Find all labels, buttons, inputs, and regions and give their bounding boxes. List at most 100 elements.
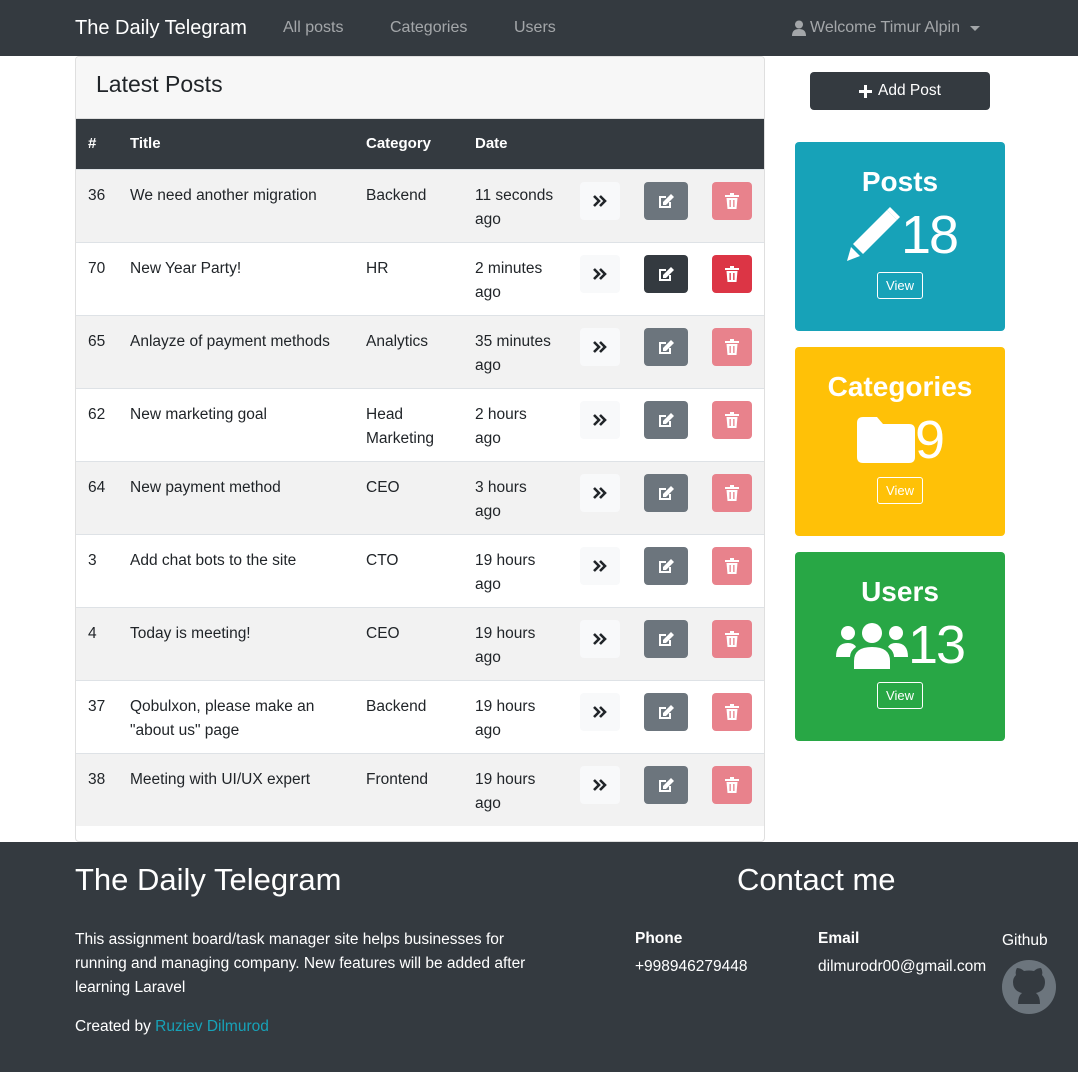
view-cell	[568, 169, 632, 242]
view-post-button[interactable]	[580, 254, 620, 293]
delete-post-button[interactable]	[712, 181, 752, 220]
navbar-brand[interactable]: The Daily Telegram	[75, 17, 247, 40]
view-post-button[interactable]	[580, 400, 620, 439]
trash-icon	[725, 557, 739, 574]
delete-cell	[700, 607, 764, 680]
delete-post-button[interactable]	[712, 692, 752, 731]
post-date: 11 seconds ago	[475, 186, 554, 228]
table-row: 70 New Year Party! HR 2 minutes ago	[76, 242, 764, 315]
github-label: Github	[1002, 932, 1048, 949]
footer-brand: The Daily Telegram	[75, 862, 342, 897]
post-category: Backend	[366, 186, 427, 204]
add-post-button[interactable]: Add Post	[810, 72, 990, 110]
delete-cell	[700, 680, 764, 753]
view-cell	[568, 461, 632, 534]
view-post-button[interactable]	[580, 546, 620, 585]
column-header-date: Date	[475, 135, 508, 153]
post-title: New payment method	[130, 478, 281, 496]
delete-cell	[700, 242, 764, 315]
nav-link-all-posts[interactable]: All posts	[283, 19, 343, 37]
edit-icon	[659, 558, 674, 573]
table-row: 4 Today is meeting! CEO 19 hours ago	[76, 607, 764, 680]
github-icon[interactable]	[1002, 960, 1056, 1014]
posts-count: 18	[900, 205, 959, 265]
users-view-button[interactable]: View	[877, 682, 923, 709]
view-post-button[interactable]	[580, 473, 620, 512]
double-chevron-icon	[593, 632, 607, 645]
view-cell	[568, 534, 632, 607]
view-post-button[interactable]	[580, 181, 620, 220]
post-date: 35 minutes ago	[475, 332, 551, 374]
view-post-button[interactable]	[580, 619, 620, 658]
categories-stat-card: Categories 9 View	[795, 347, 1005, 536]
edit-post-button[interactable]	[644, 327, 688, 366]
trash-icon	[725, 411, 739, 428]
delete-post-button[interactable]	[712, 765, 752, 804]
table-row: 65 Anlayze of payment methods Analytics 35 …	[76, 315, 764, 388]
column-header-edit	[632, 119, 700, 169]
view-cell	[568, 315, 632, 388]
double-chevron-icon	[593, 340, 607, 353]
table-row: 62 New marketing goal Head Marketing 2 hour…	[76, 388, 764, 461]
table-row: 38 Meeting with UI/UX expert Frontend 19 ho…	[76, 753, 764, 826]
delete-cell	[700, 753, 764, 826]
view-post-button[interactable]	[580, 327, 620, 366]
posts-stat-title: Posts	[861, 166, 939, 197]
post-date: 19 hours ago	[475, 551, 536, 593]
post-category: Backend	[366, 697, 427, 715]
edit-cell	[632, 169, 700, 242]
delete-cell	[700, 169, 764, 242]
edit-icon	[659, 631, 674, 646]
column-header-view	[568, 119, 632, 169]
nav-link-categories[interactable]: Categories	[390, 19, 467, 37]
double-chevron-icon	[593, 486, 607, 499]
delete-post-button[interactable]	[712, 254, 752, 293]
delete-post-button[interactable]	[712, 473, 752, 512]
post-title: Anlayze of payment methods	[130, 332, 330, 350]
edit-post-button[interactable]	[644, 765, 688, 804]
post-category: CEO	[366, 624, 400, 642]
delete-post-button[interactable]	[712, 400, 752, 439]
edit-post-button[interactable]	[644, 400, 688, 439]
view-cell	[568, 680, 632, 753]
edit-post-button[interactable]	[644, 254, 688, 293]
categories-count: 9	[914, 410, 945, 470]
users-stat-title: Users	[861, 576, 939, 607]
post-id: 38	[88, 770, 106, 788]
edit-post-button[interactable]	[644, 692, 688, 731]
delete-cell	[700, 534, 764, 607]
view-post-button[interactable]	[580, 765, 620, 804]
post-id: 65	[88, 332, 106, 350]
post-date: 2 hours ago	[475, 405, 527, 447]
delete-post-button[interactable]	[712, 619, 752, 658]
trash-icon	[725, 265, 739, 282]
view-post-button[interactable]	[580, 692, 620, 731]
delete-cell	[700, 461, 764, 534]
edit-icon	[659, 193, 674, 208]
posts-view-button[interactable]: View	[877, 272, 923, 299]
post-title: New Year Party!	[130, 259, 242, 277]
card-title: Latest Posts	[76, 57, 764, 119]
edit-post-button[interactable]	[644, 546, 688, 585]
double-chevron-icon	[593, 413, 607, 426]
post-date: 3 hours ago	[475, 478, 527, 520]
author-link[interactable]: Ruziev Dilmurod	[155, 1018, 269, 1035]
post-category: Frontend	[366, 770, 429, 788]
post-date: 19 hours ago	[475, 624, 536, 666]
post-title: Meeting with UI/UX expert	[130, 770, 311, 788]
post-category: HR	[366, 259, 389, 277]
edit-post-button[interactable]	[644, 619, 688, 658]
post-category: CTO	[366, 551, 399, 569]
post-id: 62	[88, 405, 106, 423]
delete-post-button[interactable]	[712, 327, 752, 366]
edit-post-button[interactable]	[644, 473, 688, 512]
post-title: We need another migration	[130, 186, 317, 204]
add-post-label: Add Post	[878, 82, 941, 99]
pencil-icon	[846, 207, 900, 261]
user-menu-dropdown[interactable]: Welcome Timur Alpin	[792, 19, 980, 37]
nav-link-users[interactable]: Users	[514, 19, 556, 37]
post-date: 19 hours ago	[475, 770, 536, 812]
delete-post-button[interactable]	[712, 546, 752, 585]
categories-view-button[interactable]: View	[877, 477, 923, 504]
edit-post-button[interactable]	[644, 181, 688, 220]
